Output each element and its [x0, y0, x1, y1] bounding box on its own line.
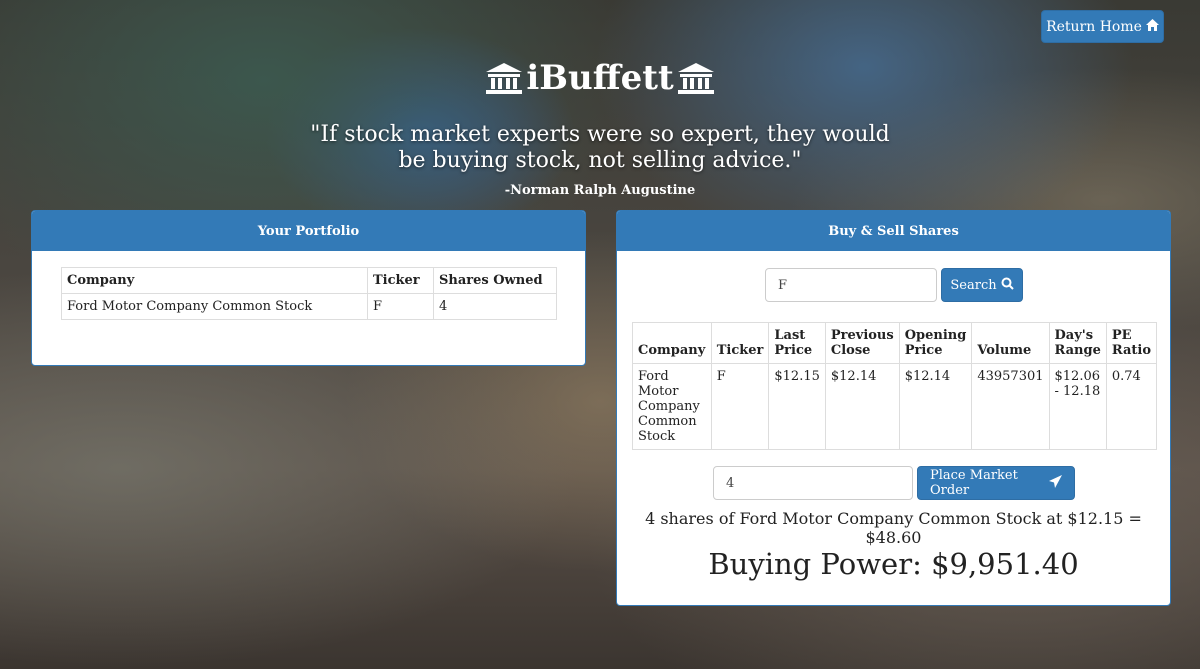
quote-author: -Norman Ralph Augustine [504, 183, 696, 198]
send-icon [1049, 474, 1062, 492]
shares-cell: 4 [433, 293, 557, 320]
return-home-label: Return Home [1046, 18, 1142, 35]
table-row: Ford Motor Company Common Stock F 4 [61, 293, 557, 320]
quantity-input[interactable]: 4 [713, 466, 913, 500]
days-range-cell: $12.06 - 12.18 [1048, 363, 1107, 450]
column-header: Ticker [367, 267, 434, 294]
volume-cell: 43957301 [971, 363, 1050, 450]
search-input[interactable]: F [765, 268, 937, 302]
pe-ratio-cell: 0.74 [1105, 363, 1158, 450]
company-cell: Ford Motor Company Common Stock [61, 293, 368, 320]
column-header: Company [61, 267, 368, 294]
previous-close-cell: $12.14 [824, 363, 900, 450]
search-button[interactable]: Search [941, 268, 1023, 302]
table-header-row: Company Ticker Shares Owned [61, 267, 557, 294]
place-order-label: Place Market Order [930, 468, 1018, 498]
buying-power: Buying Power: $9,951.40 [708, 547, 1079, 581]
quote-table: Company Ticker Last Price Previous Close… [632, 322, 1158, 450]
search-input-value: F [778, 277, 788, 293]
return-home-button[interactable]: Return Home [1041, 10, 1164, 43]
portfolio-table: Company Ticker Shares Owned Ford Motor C… [61, 267, 557, 320]
trade-heading: Buy & Sell Shares [617, 211, 1170, 251]
column-header: Previous Close [824, 322, 900, 364]
ticker-cell: F [710, 363, 770, 450]
quantity-input-value: 4 [726, 475, 735, 491]
column-header: Opening Price [898, 322, 973, 364]
company-cell: Ford Motor Company Common Stock [632, 363, 712, 450]
bank-icon [676, 61, 716, 95]
place-market-order-button[interactable]: Place Market Order [917, 466, 1075, 500]
last-price-cell: $12.15 [768, 363, 826, 450]
brand-name: iBuffett [526, 58, 674, 98]
bank-icon [484, 61, 524, 95]
home-icon [1145, 18, 1159, 35]
ticker-cell: F [367, 293, 434, 320]
order-form: 4 Place Market Order [713, 466, 1075, 500]
brand-logo: iBuffett [0, 58, 1200, 98]
search-icon [1001, 277, 1014, 294]
table-row: Ford Motor Company Common Stock F $12.15… [632, 363, 1158, 450]
column-header: PE Ratio [1105, 322, 1158, 364]
column-header: Ticker [710, 322, 770, 364]
table-header-row: Company Ticker Last Price Previous Close… [632, 322, 1158, 364]
column-header: Company [632, 322, 712, 364]
column-header: Volume [971, 322, 1050, 364]
quote-text: "If stock market experts were so expert,… [310, 122, 890, 173]
search-button-label: Search [950, 277, 997, 293]
portfolio-heading: Your Portfolio [32, 211, 585, 251]
search-form: F Search [765, 268, 1023, 302]
column-header: Day's Range [1048, 322, 1107, 364]
order-summary: 4 shares of Ford Motor Company Common St… [645, 509, 1142, 547]
opening-price-cell: $12.14 [898, 363, 973, 450]
column-header: Last Price [768, 322, 826, 364]
trade-panel: Buy & Sell Shares F Search Company Ticke… [616, 210, 1171, 606]
portfolio-panel: Your Portfolio Company Ticker Shares Own… [31, 210, 586, 366]
column-header: Shares Owned [433, 267, 557, 294]
